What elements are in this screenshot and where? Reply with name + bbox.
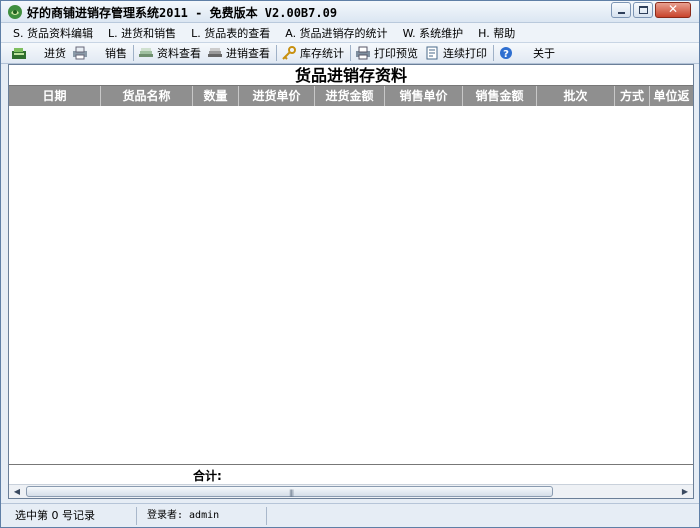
grid-header: 日期 货品名称 数量 进货单价 进货金额 销售单价 销售金额 批次 方式 单位返: [9, 86, 693, 106]
toolbar-separator: [493, 45, 494, 61]
continuous-print-button[interactable]: 连续打印: [424, 45, 487, 61]
menu-bar: S. 货品资料编辑 L. 进货和销售 L. 货品表的查看 A. 货品进销存的统计…: [1, 23, 699, 42]
menu-item-view-goods[interactable]: L. 货品表的查看: [191, 25, 270, 41]
svg-text:?: ?: [503, 49, 509, 60]
menu-item-statistics[interactable]: A. 货品进销存的统计: [285, 25, 387, 41]
print-preview-button[interactable]: 打印预览: [355, 45, 418, 61]
toolbar-separator: [276, 45, 277, 61]
horizontal-scrollbar[interactable]: ◀ ||| ▶: [9, 484, 693, 498]
data-view-button[interactable]: 资料查看: [138, 45, 201, 61]
toolbar: 进货 销售 资料查看 进销查看 库存统计 打印预览 连续打印 ? 关于: [1, 42, 699, 64]
purchase-sales-view-button[interactable]: 进销查看: [207, 45, 270, 61]
toolbar-separator: [350, 45, 351, 61]
column-header-purchase-amount[interactable]: 进货金额: [315, 86, 385, 106]
column-header-sales-amount[interactable]: 销售金额: [463, 86, 537, 106]
status-bar: 选中第 0 号记录 登录者: admin: [1, 503, 699, 527]
records-icon: [208, 48, 222, 57]
status-login-user: 登录者: admin: [141, 507, 267, 525]
scrollbar-thumb[interactable]: |||: [26, 486, 553, 497]
column-header-goods-name[interactable]: 货品名称: [101, 86, 193, 106]
data-grid: 货品进销存资料 日期 货品名称 数量 进货单价 进货金额 销售单价 销售金额 批…: [8, 64, 694, 499]
about-label: 关于: [533, 47, 555, 60]
minimize-icon: [618, 12, 625, 14]
maximize-icon: [639, 6, 648, 14]
total-row: 合计:: [9, 464, 693, 484]
document-icon: [426, 46, 438, 60]
continuous-print-label: 连续打印: [443, 47, 487, 60]
stock-stats-button[interactable]: 库存统计: [281, 45, 344, 61]
close-icon: ✕: [667, 2, 679, 16]
key-icon: [282, 46, 296, 60]
menu-item-purchase-sales[interactable]: L. 进货和销售: [108, 25, 176, 41]
column-header-method[interactable]: 方式: [615, 86, 650, 106]
app-icon: [8, 5, 22, 19]
status-selected-record: 选中第 0 号记录: [9, 507, 137, 525]
menu-item-edit-goods[interactable]: S. 货品资料编辑: [13, 25, 93, 41]
grid-title: 货品进销存资料: [9, 65, 693, 86]
total-label: 合计:: [193, 469, 222, 483]
help-icon: ?: [500, 47, 512, 60]
column-header-batch[interactable]: 批次: [537, 86, 615, 106]
purchase-label: 进货: [44, 47, 66, 60]
column-header-unit-return[interactable]: 单位返: [650, 86, 693, 106]
menu-item-maintenance[interactable]: W. 系统维护: [403, 25, 464, 41]
stack-icon: [139, 48, 153, 57]
toolbar-separator: [133, 45, 134, 61]
sales-label: 销售: [105, 47, 127, 60]
status-extra: [271, 507, 691, 525]
purchase-button[interactable]: 进货: [11, 45, 66, 61]
cash-register-icon: [12, 48, 26, 59]
purchase-sales-view-label: 进销查看: [226, 47, 270, 60]
print-preview-label: 打印预览: [374, 47, 418, 60]
window-controls: ✕: [611, 2, 691, 18]
app-window: 好的商铺进销存管理系统2011 - 免费版本 V2.00B7.09 ✕ S. 货…: [0, 0, 700, 528]
maximize-button[interactable]: [633, 2, 653, 18]
window-title: 好的商铺进销存管理系统2011 - 免费版本 V2.00B7.09: [27, 6, 338, 20]
column-header-quantity[interactable]: 数量: [193, 86, 239, 106]
stock-stats-label: 库存统计: [300, 47, 344, 60]
scroll-right-icon[interactable]: ▶: [678, 486, 692, 498]
column-header-sales-price[interactable]: 销售单价: [385, 86, 463, 106]
minimize-button[interactable]: [611, 2, 631, 18]
title-bar: 好的商铺进销存管理系统2011 - 免费版本 V2.00B7.09 ✕: [1, 1, 699, 23]
scroll-left-icon[interactable]: ◀: [10, 486, 24, 498]
about-button[interactable]: ? 关于: [498, 45, 555, 61]
data-view-label: 资料查看: [157, 47, 201, 60]
close-button[interactable]: ✕: [655, 2, 691, 18]
grid-body[interactable]: [9, 106, 693, 464]
printer-icon: [73, 46, 87, 60]
sales-button[interactable]: 销售: [72, 45, 127, 61]
print-preview-icon: [356, 46, 370, 60]
column-header-purchase-price[interactable]: 进货单价: [239, 86, 315, 106]
column-header-date[interactable]: 日期: [9, 86, 101, 106]
grip-icon: |||: [289, 489, 294, 497]
menu-item-help[interactable]: H. 帮助: [478, 25, 515, 41]
